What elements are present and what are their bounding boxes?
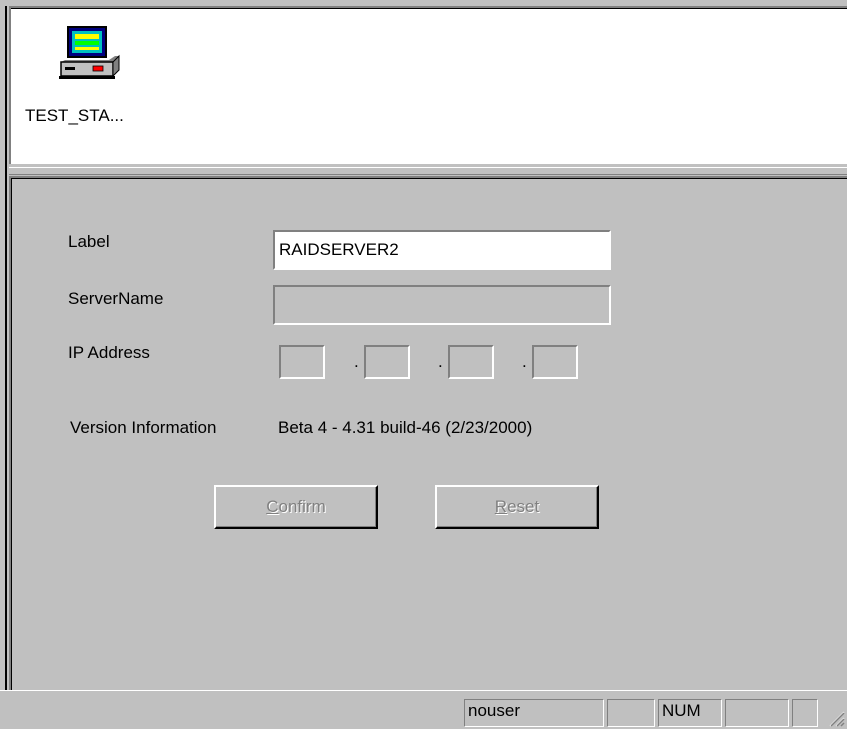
station-list-pane: TEST_STA... xyxy=(9,6,847,164)
confirm-label: onfirm xyxy=(278,497,326,516)
ip-octet-3[interactable] xyxy=(448,345,494,379)
ip-octet-4[interactable] xyxy=(532,345,578,379)
ip-address-caption: IP Address xyxy=(68,343,150,362)
properties-panel: Label ServerName IP Address . . . Versio… xyxy=(9,176,847,690)
label-input[interactable] xyxy=(273,230,611,270)
server-station-icon xyxy=(59,26,120,79)
confirm-mnemonic: C xyxy=(266,497,279,516)
ip-separator: . xyxy=(522,352,527,371)
status-user: nouser xyxy=(464,699,604,727)
reset-label: eset xyxy=(507,497,540,516)
ip-separator: . xyxy=(438,352,443,371)
status-indicator-empty xyxy=(792,699,818,727)
reset-button[interactable]: Reset xyxy=(435,485,599,529)
status-bar: nouser NUM xyxy=(0,690,847,729)
version-caption: Version Information xyxy=(70,418,217,437)
status-indicator-empty xyxy=(607,699,655,727)
label-caption: Label xyxy=(68,232,110,251)
confirm-button[interactable]: Confirm xyxy=(214,485,378,529)
version-value: Beta 4 - 4.31 build-46 (2/23/2000) xyxy=(278,418,533,437)
status-num: NUM xyxy=(658,699,722,727)
servername-caption: ServerName xyxy=(68,289,164,308)
ip-octet-1[interactable] xyxy=(279,345,325,379)
window-left-edge xyxy=(0,0,8,690)
status-indicator-empty xyxy=(725,699,789,727)
reset-mnemonic: R xyxy=(494,497,508,516)
resize-grip-icon[interactable] xyxy=(825,707,845,727)
ip-octet-2[interactable] xyxy=(364,345,410,379)
station-label: TEST_STA... xyxy=(25,106,124,125)
servername-input[interactable] xyxy=(273,285,611,325)
pane-splitter[interactable] xyxy=(9,164,847,176)
ip-separator: . xyxy=(354,352,359,371)
